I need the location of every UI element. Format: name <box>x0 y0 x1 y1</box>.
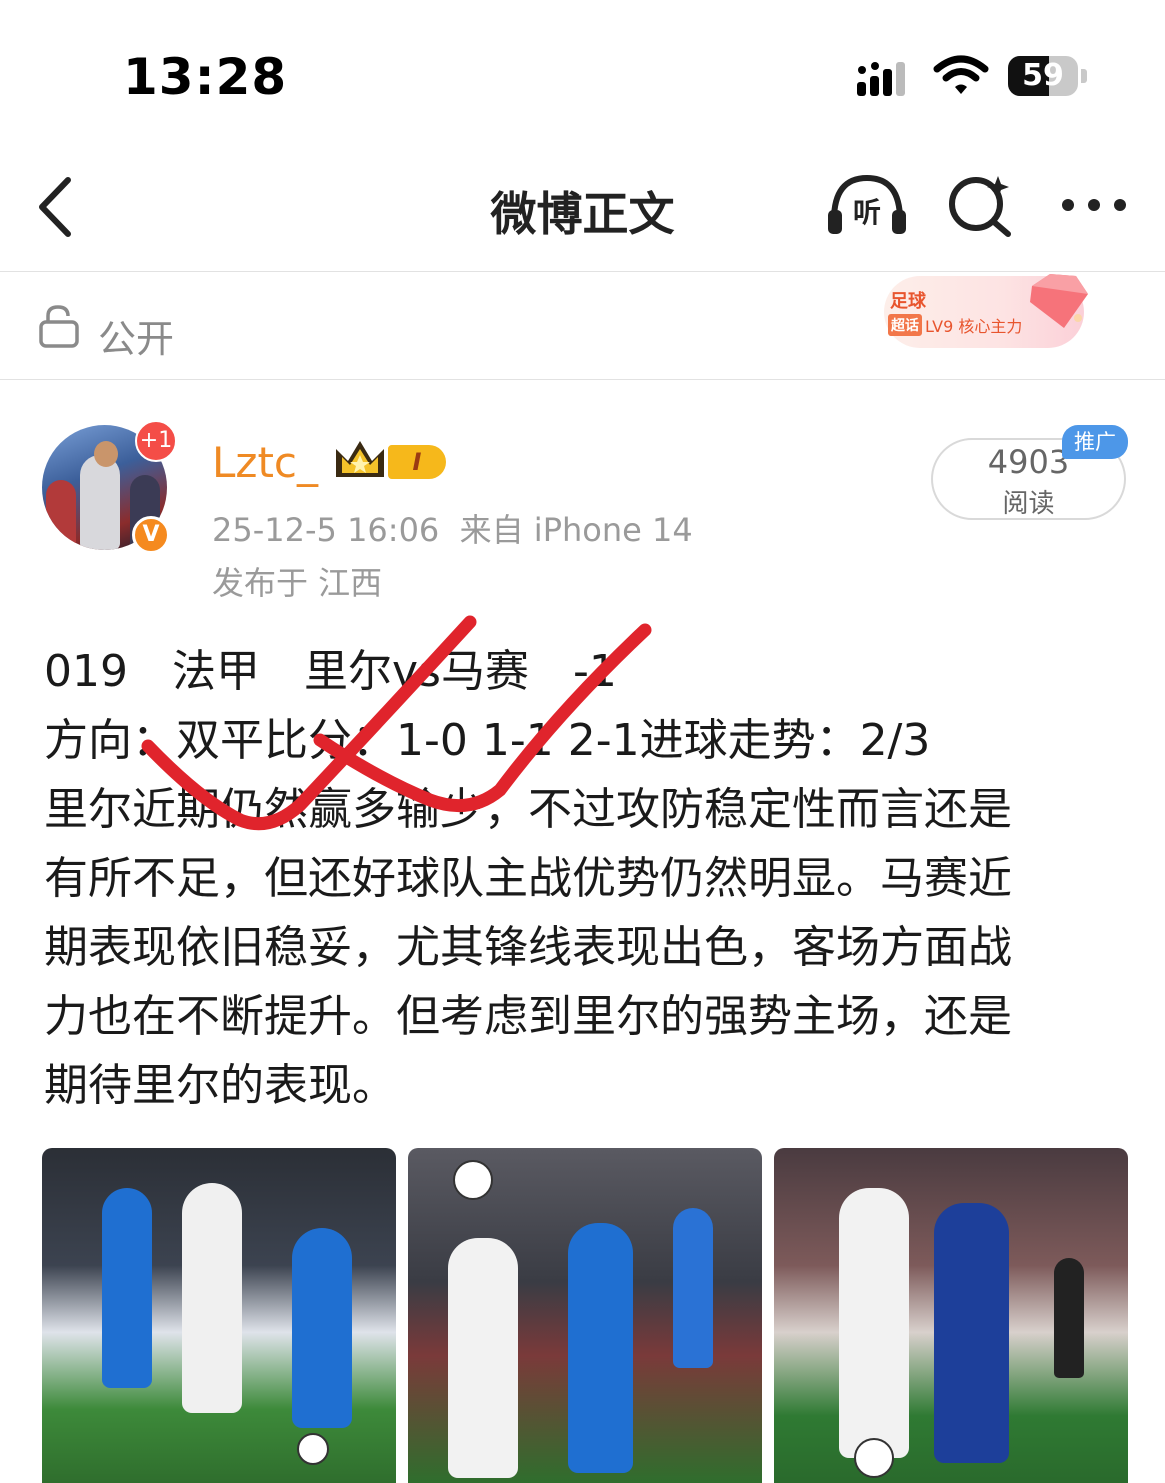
status-time: 13:28 <box>123 48 288 106</box>
battery-nub <box>1081 69 1087 83</box>
search-icon[interactable] <box>946 172 1016 238</box>
notification-count-badge: +1 <box>135 420 177 462</box>
battery-percent: 59 <box>1022 58 1064 93</box>
post-line: 期待里尔的表现。 <box>44 1060 396 1111</box>
crown-icon <box>336 441 384 477</box>
promote-badge[interactable]: 推广 <box>1062 425 1128 459</box>
post-photo-2[interactable] <box>408 1148 762 1483</box>
post-line: 力也在不断提升。但考虑到里尔的强势主场，还是 <box>44 991 1012 1042</box>
nav-divider <box>0 271 1165 272</box>
post-timestamp: 25-12-5 16:06 <box>212 511 440 549</box>
section-divider <box>0 379 1165 380</box>
badge-title: 足球 <box>890 291 926 312</box>
battery-indicator: 59 <box>1008 56 1078 96</box>
author-name[interactable]: Lztc_ <box>212 438 318 487</box>
post-meta: 25-12-5 16:06 来自 iPhone 14 <box>212 505 693 551</box>
member-level-tag: I <box>388 445 446 479</box>
post-line: 有所不足，但还好球队主战优势仍然明显。马赛近 <box>44 853 1012 904</box>
post-source: 来自 iPhone 14 <box>459 511 693 549</box>
post-photo-3[interactable] <box>774 1148 1128 1483</box>
listen-headphone-icon[interactable]: 听 <box>826 172 908 236</box>
wifi-icon <box>933 55 989 94</box>
red-checkmark-annotation <box>141 615 652 831</box>
verified-badge: V <box>132 516 170 554</box>
more-icon[interactable] <box>1058 194 1130 216</box>
post-line: 期表现依旧稳妥，尤其锋线表现出色，客场方面战 <box>44 922 1012 973</box>
badge-level: LV9 核心主力 <box>925 317 1023 336</box>
cellular-signal-icon <box>857 62 905 96</box>
visibility-label: 公开 <box>98 317 175 361</box>
post-photo-1[interactable] <box>42 1148 396 1483</box>
svg-text:听: 听 <box>853 196 881 229</box>
post-location: 发布于 江西 <box>212 564 383 602</box>
gem-icon <box>1030 274 1088 328</box>
read-label: 阅读 <box>1002 489 1055 519</box>
badge-tag: 超话 <box>888 314 922 336</box>
unlock-icon <box>39 305 79 348</box>
